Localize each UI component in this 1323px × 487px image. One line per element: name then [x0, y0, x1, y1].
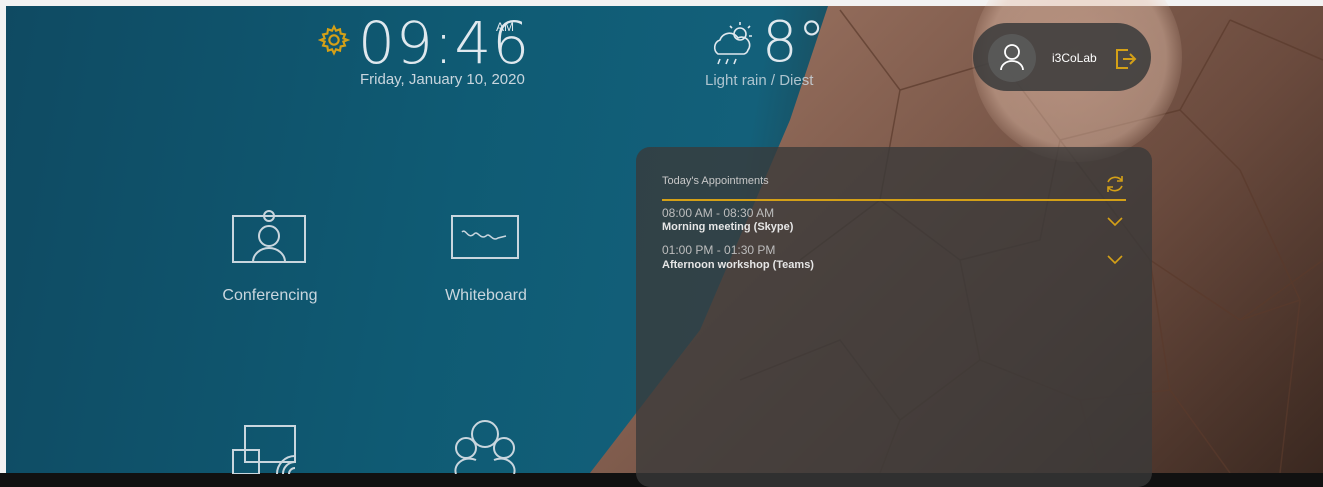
clock-date: Friday, January 10, 2020 [360, 71, 525, 88]
appointment-time: 01:00 PM - 01:30 PM [662, 243, 776, 257]
user-icon [1000, 44, 1024, 71]
clock-ampm: AM [496, 20, 514, 34]
people-group-icon[interactable] [452, 418, 518, 474]
whiteboard-icon[interactable] [450, 214, 520, 260]
chevron-down-icon[interactable] [1106, 253, 1124, 265]
appointment-title[interactable]: Morning meeting (Skype) [662, 221, 793, 233]
weather-temperature: 8° [762, 10, 826, 75]
settings-gear-icon[interactable] [318, 24, 350, 56]
chevron-down-icon[interactable] [1106, 215, 1124, 227]
app-label-whiteboard[interactable]: Whiteboard [406, 287, 566, 305]
logout-icon[interactable] [1112, 46, 1138, 72]
app-label-conferencing[interactable]: Conferencing [190, 287, 350, 305]
cloud-rain-sun-icon [713, 22, 752, 65]
appointment-time: 08:00 AM - 08:30 AM [662, 206, 775, 220]
user-name: i3CoLab [1052, 51, 1097, 65]
appointments-title: Today's Appointments [662, 175, 769, 187]
screen-share-icon[interactable] [231, 424, 311, 474]
appointments-panel [636, 147, 1152, 487]
appointment-title[interactable]: Afternoon workshop (Teams) [662, 259, 814, 271]
screen-frame-left [0, 0, 6, 473]
weather-description: Light rain / Diest [705, 72, 814, 89]
webcam-icon[interactable] [231, 210, 307, 264]
appointments-divider [662, 199, 1126, 201]
user-avatar[interactable] [988, 34, 1036, 82]
refresh-icon[interactable] [1104, 173, 1126, 195]
